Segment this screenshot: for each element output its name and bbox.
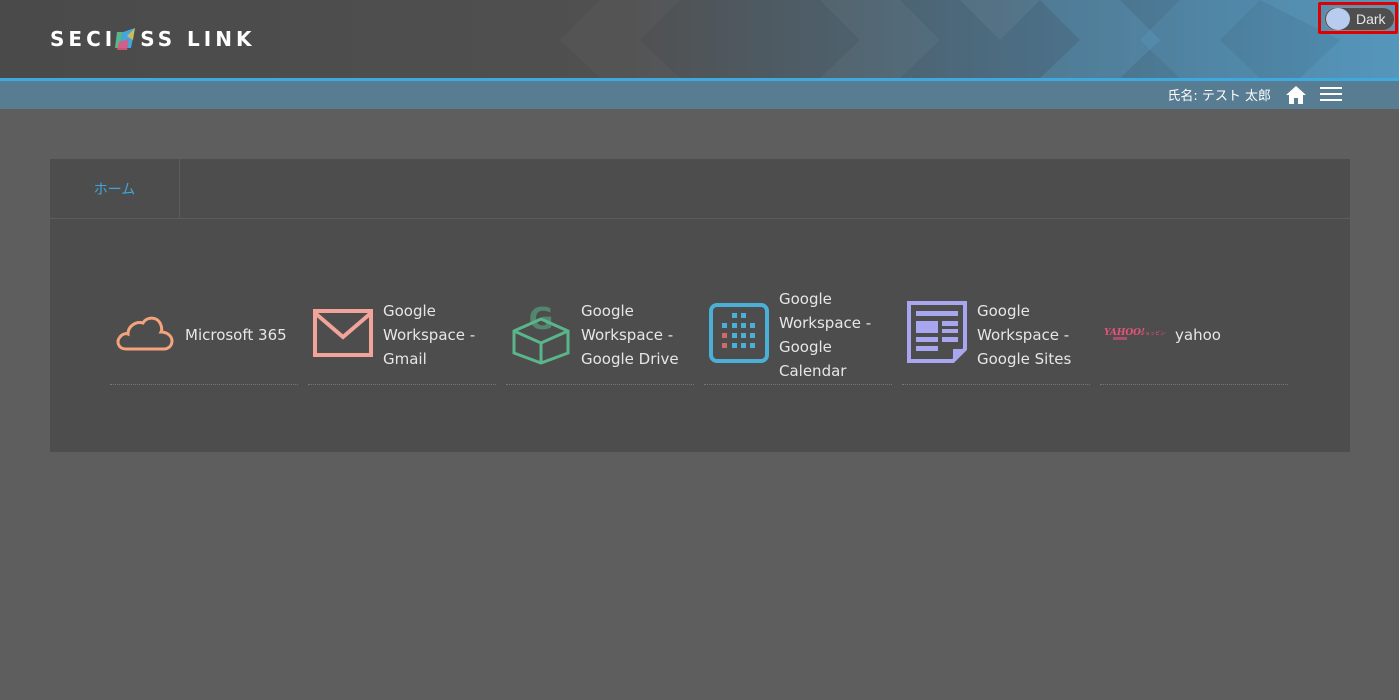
logo-text-left: SECI bbox=[50, 27, 117, 51]
document-icon bbox=[907, 301, 967, 363]
envelope-icon bbox=[313, 309, 373, 357]
app-tile-microsoft-365[interactable]: Microsoft 365 bbox=[110, 285, 298, 385]
user-name: 氏名: テスト 太郎 bbox=[1167, 89, 1271, 104]
app-tile-google-sites[interactable]: Google Workspace - Google Sites bbox=[902, 285, 1090, 385]
tab-bar: ホーム bbox=[50, 159, 1350, 219]
app-label: Microsoft 365 bbox=[185, 326, 287, 344]
toggle-track[interactable]: Dark bbox=[1324, 7, 1395, 31]
app-tile-google-calendar[interactable]: Google Workspace - Google Calendar bbox=[704, 285, 892, 385]
header: SECI SS LINK Dark bbox=[0, 0, 1399, 78]
app-label: yahoo bbox=[1175, 326, 1221, 344]
logo-text-right: SS LINK bbox=[140, 27, 256, 51]
logo[interactable]: SECI SS LINK bbox=[50, 26, 255, 52]
logo-mark-icon bbox=[115, 28, 136, 50]
app-tile-google-drive[interactable]: G Google Workspace - Google Drive bbox=[506, 285, 694, 385]
svg-text:ショッピング: ショッピング bbox=[1140, 330, 1166, 337]
toggle-label: Dark bbox=[1356, 11, 1386, 27]
svg-text:G: G bbox=[529, 302, 554, 337]
cloud-icon bbox=[116, 316, 174, 351]
app-label: Google Workspace - Google Calendar bbox=[779, 290, 872, 380]
hamburger-menu-icon[interactable] bbox=[1320, 87, 1342, 103]
yahoo-logo: YAHOO! ショッピング bbox=[1104, 328, 1166, 340]
app-label: Google Workspace - Google Sites bbox=[977, 302, 1072, 368]
tab-home[interactable]: ホーム bbox=[50, 159, 180, 218]
app-label: Google Workspace - Gmail bbox=[383, 302, 476, 368]
app-tile-yahoo[interactable]: YAHOO! ショッピング yahoo bbox=[1100, 285, 1288, 385]
box-icon: G bbox=[512, 302, 570, 365]
app-tile-gmail[interactable]: Google Workspace - Gmail bbox=[308, 285, 496, 385]
main-panel: ホーム Microsoft 365 Google Workspace - Gma… bbox=[50, 159, 1350, 452]
svg-text:YAHOO!: YAHOO! bbox=[1104, 328, 1145, 338]
home-icon[interactable] bbox=[1285, 85, 1307, 105]
calendar-icon bbox=[709, 303, 769, 363]
toggle-knob[interactable] bbox=[1326, 8, 1350, 30]
theme-toggle[interactable]: Dark bbox=[1318, 2, 1398, 34]
app-label: Google Workspace - Google Drive bbox=[581, 302, 679, 368]
user-bar: 氏名: テスト 太郎 bbox=[0, 81, 1399, 109]
